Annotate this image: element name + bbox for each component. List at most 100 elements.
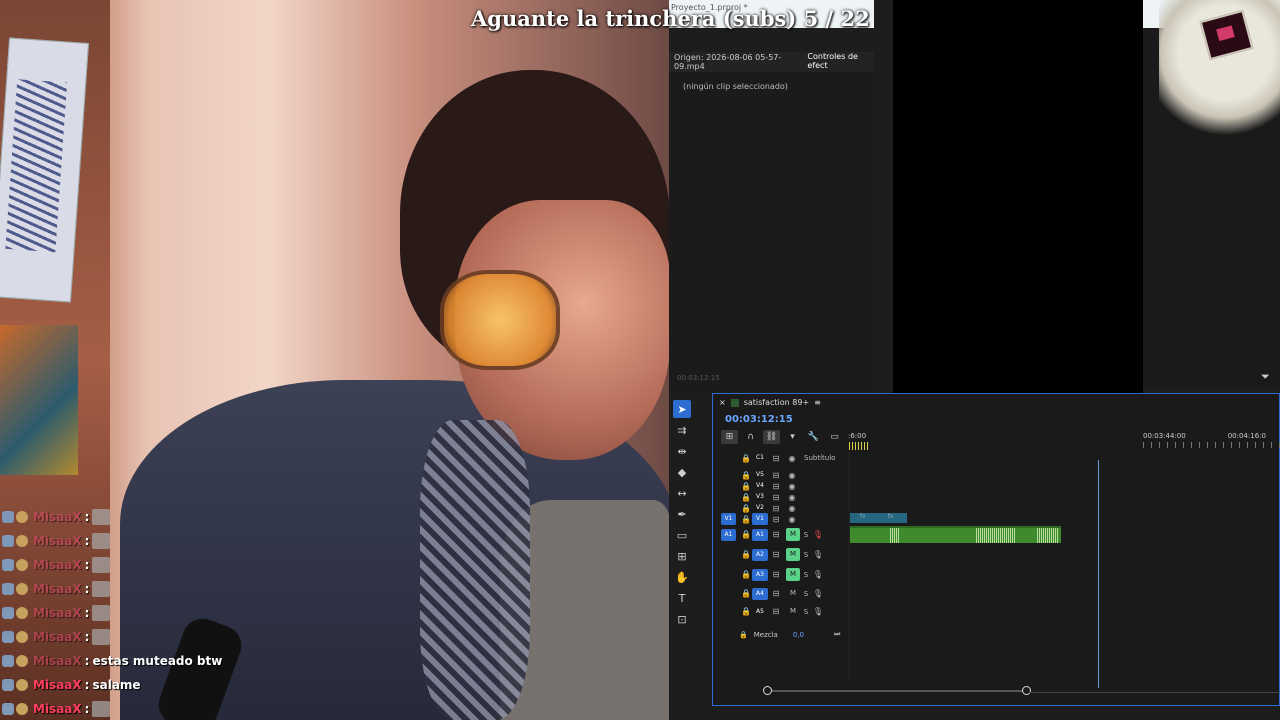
playhead[interactable] xyxy=(1098,460,1099,688)
chat-separator: : xyxy=(84,582,90,596)
tools-panel: ➤ ⇉ ⇹ ◆ ↔ ✒ ▭ ⊞ ✋ T ⊡ xyxy=(669,398,697,708)
sync-lock-icon[interactable]: ⊟ xyxy=(768,482,784,491)
pen-tool-icon[interactable]: ✒ xyxy=(673,505,691,523)
sync-lock-icon[interactable]: ⊟ xyxy=(768,589,784,598)
chat-text: salame xyxy=(92,678,141,692)
eye-icon[interactable]: ◉ xyxy=(784,515,800,524)
timeline-panel[interactable]: × satisfaction 89+ ≡ 00:03:12:15 ⊞ ∩ ⛓ ▾… xyxy=(712,393,1280,706)
track-name[interactable]: A2 xyxy=(752,548,768,561)
sync-lock-icon[interactable]: ⊟ xyxy=(768,530,784,539)
sync-lock-icon[interactable]: ⊟ xyxy=(768,570,784,579)
track-name[interactable]: A1 xyxy=(752,528,768,541)
lock-icon[interactable]: 🔒 xyxy=(740,607,752,616)
close-icon[interactable]: × xyxy=(719,398,726,407)
hand-tool-icon[interactable]: ✋ xyxy=(673,568,691,586)
source-tab[interactable]: Origen: 2026-08-06 05-57-09.mp4 xyxy=(674,53,799,71)
track-name[interactable]: A4 xyxy=(752,587,768,600)
program-monitor[interactable] xyxy=(893,0,1143,452)
add-marker-icon[interactable]: ▾ xyxy=(784,430,801,444)
timeline-zoom-scrollbar[interactable] xyxy=(763,686,1031,695)
track-name[interactable]: V1 xyxy=(752,513,768,525)
scroll-handle-left[interactable] xyxy=(763,686,772,695)
solo-button[interactable]: S xyxy=(800,590,812,598)
lock-icon[interactable]: 🔒 xyxy=(740,471,752,480)
track-name[interactable]: A3 xyxy=(752,568,768,581)
sync-lock-icon[interactable]: ⊟ xyxy=(768,550,784,559)
track-name[interactable]: A5 xyxy=(752,606,768,618)
mute-button[interactable]: M xyxy=(786,548,800,561)
lock-icon[interactable]: 🔒 xyxy=(740,530,752,539)
voiceover-record-icon[interactable]: 🎙 xyxy=(812,589,824,598)
lock-icon[interactable]: 🔒 xyxy=(740,550,752,559)
time-ruler[interactable]: 00:03:44:00 00:04:16:0 xyxy=(1143,432,1266,440)
sync-lock-icon[interactable]: ⊟ xyxy=(768,515,784,524)
rectangle-tool-icon[interactable]: ▭ xyxy=(673,526,691,544)
nest-icon[interactable]: ⊞ xyxy=(721,430,738,444)
sync-lock-icon[interactable]: ⊟ xyxy=(768,607,784,616)
eye-icon[interactable]: ◉ xyxy=(784,493,800,502)
sync-lock-icon[interactable]: ⊟ xyxy=(768,493,784,502)
caption-tool-icon[interactable]: ⊡ xyxy=(673,610,691,628)
linked-selection-icon[interactable]: ⛓ xyxy=(763,430,780,444)
sync-lock-icon[interactable]: ⊟ xyxy=(768,454,784,463)
sequence-icon xyxy=(730,398,739,407)
voiceover-record-icon[interactable]: 🎙 xyxy=(812,530,824,539)
filter-icon[interactable]: ⏷ xyxy=(1261,370,1271,383)
video-clip[interactable]: fx fx xyxy=(850,513,907,523)
lock-icon[interactable]: 🔒 xyxy=(739,631,748,639)
lock-icon[interactable]: 🔒 xyxy=(740,515,752,524)
voiceover-record-icon[interactable]: 🎙 xyxy=(812,550,824,559)
eye-icon[interactable]: ◉ xyxy=(784,504,800,513)
eye-icon[interactable]: ◉ xyxy=(784,482,800,491)
settings-wrench-icon[interactable]: 🔧 xyxy=(805,430,822,444)
effect-controls-tab[interactable]: Controles de efect xyxy=(807,52,874,73)
zoom-tool-icon[interactable]: ⊞ xyxy=(673,547,691,565)
timeline-timecode[interactable]: 00:03:12:15 xyxy=(725,414,793,425)
lock-icon[interactable]: 🔒 xyxy=(740,482,752,491)
solo-button[interactable]: S xyxy=(800,531,812,539)
lock-icon[interactable]: 🔒 xyxy=(740,454,752,463)
mute-button[interactable]: M xyxy=(786,587,800,600)
voiceover-record-icon[interactable]: 🎙 xyxy=(812,570,824,579)
selection-tool-icon[interactable]: ➤ xyxy=(673,400,691,418)
razor-tool-icon[interactable]: ◆ xyxy=(673,463,691,481)
solo-button[interactable]: S xyxy=(800,608,812,616)
chat-separator: : xyxy=(84,702,90,716)
sync-lock-icon[interactable]: ⊟ xyxy=(768,471,784,480)
chat-message: MisaaX: xyxy=(2,625,302,649)
ruler-ticks xyxy=(1143,442,1280,448)
scroll-handle-right[interactable] xyxy=(1022,686,1031,695)
lock-icon[interactable]: 🔒 xyxy=(740,570,752,579)
lock-icon[interactable]: 🔒 xyxy=(740,589,752,598)
source-patch-v1[interactable]: V1 xyxy=(721,513,736,525)
ripple-edit-tool-icon[interactable]: ⇹ xyxy=(673,442,691,460)
slip-tool-icon[interactable]: ↔ xyxy=(673,484,691,502)
sequence-name: satisfaction 89+ xyxy=(743,398,810,407)
snap-icon[interactable]: ∩ xyxy=(742,430,759,444)
sequence-tab[interactable]: × satisfaction 89+ ≡ xyxy=(719,398,821,407)
chat-message: MisaaX: xyxy=(2,505,302,529)
emote-icon xyxy=(92,509,111,525)
solo-button[interactable]: S xyxy=(800,571,812,579)
mix-value[interactable]: 0,0 xyxy=(793,631,804,639)
lock-icon[interactable]: 🔒 xyxy=(740,493,752,502)
source-patch-a1[interactable]: A1 xyxy=(721,528,736,541)
audio-clip[interactable] xyxy=(850,526,1061,543)
sub-badge-icon xyxy=(2,559,14,571)
captions-icon[interactable]: ▭ xyxy=(826,430,843,444)
eye-icon[interactable]: ◉ xyxy=(784,454,800,463)
wall-painting xyxy=(0,325,78,475)
solo-button[interactable]: S xyxy=(800,551,812,559)
type-tool-icon[interactable]: T xyxy=(673,589,691,607)
go-to-end-icon[interactable]: ⏭ xyxy=(834,630,840,639)
voiceover-record-icon[interactable]: 🎙 xyxy=(812,607,824,616)
mute-button[interactable]: M xyxy=(786,528,800,541)
mute-button[interactable]: M xyxy=(786,605,800,618)
panel-menu-icon[interactable]: ≡ xyxy=(814,398,821,407)
bits-badge-icon xyxy=(16,583,28,595)
sync-lock-icon[interactable]: ⊟ xyxy=(768,504,784,513)
lock-icon[interactable]: 🔒 xyxy=(740,504,752,513)
mute-button[interactable]: M xyxy=(786,568,800,581)
track-select-tool-icon[interactable]: ⇉ xyxy=(673,421,691,439)
eye-icon[interactable]: ◉ xyxy=(784,471,800,480)
